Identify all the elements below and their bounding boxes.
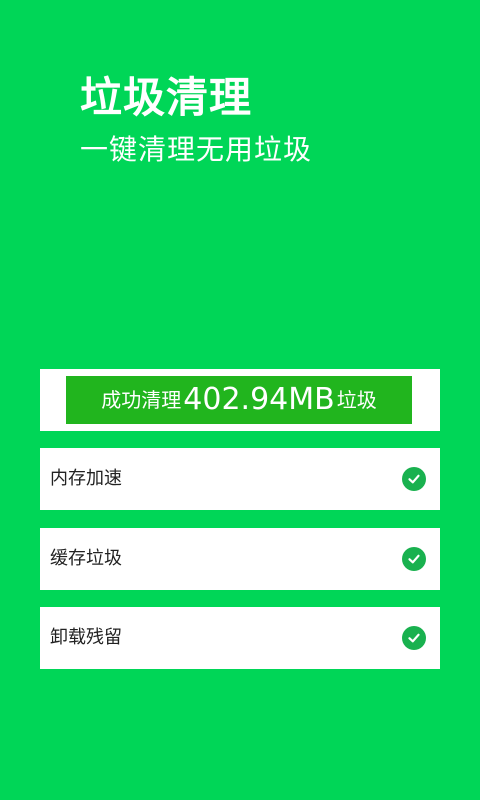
cleanup-item-label: 缓存垃圾 [50, 548, 122, 569]
check-circle-icon [402, 547, 426, 571]
cleanup-item-cache-junk: 缓存垃圾 [40, 528, 440, 590]
page-subtitle: 一键清理无用垃圾 [80, 133, 313, 166]
cleanup-result-amount: 402.94MB [183, 382, 335, 417]
cleanup-result-suffix: 垃圾 [336, 388, 377, 412]
cleanup-item-uninstall-leftovers: 卸载残留 [40, 607, 440, 669]
cleanup-item-label: 卸载残留 [50, 627, 122, 648]
cleanup-item-label: 内存加速 [50, 468, 122, 489]
cleanup-item-memory-boost: 内存加速 [40, 448, 440, 510]
header: 垃圾清理 一键清理无用垃圾 [80, 72, 312, 168]
cleanup-result-banner: 成功清理 402.94MB 垃圾 [66, 376, 412, 424]
check-circle-icon [402, 467, 426, 491]
check-circle-icon [402, 626, 426, 650]
cleanup-result-prefix: 成功清理 [101, 388, 182, 412]
page-title: 垃圾清理 [80, 73, 253, 122]
cleanup-result-card: 成功清理 402.94MB 垃圾 [40, 369, 440, 431]
